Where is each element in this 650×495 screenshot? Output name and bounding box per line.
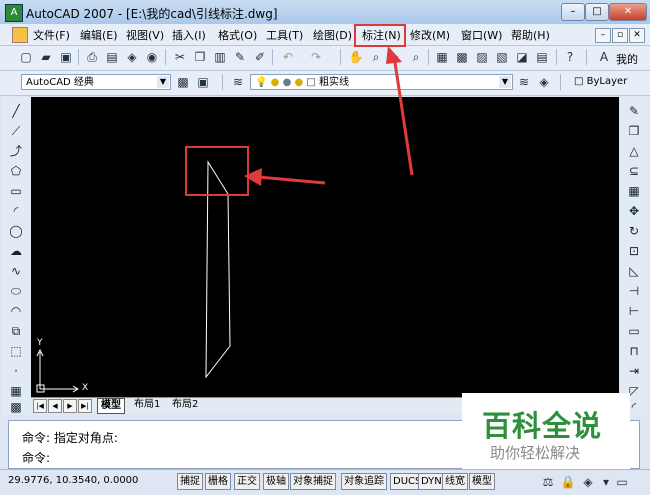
watermark-subtitle: 助你轻松解决 (490, 444, 581, 462)
watermark: 百科全说 助你轻松解决 (462, 393, 630, 469)
arrow-to-menu (392, 55, 414, 176)
watermark-title: 百科全说 (482, 409, 603, 443)
arrow-to-shape-head (244, 168, 262, 186)
arrow-to-menu-head (386, 46, 402, 64)
arrow-to-shape (257, 175, 326, 185)
